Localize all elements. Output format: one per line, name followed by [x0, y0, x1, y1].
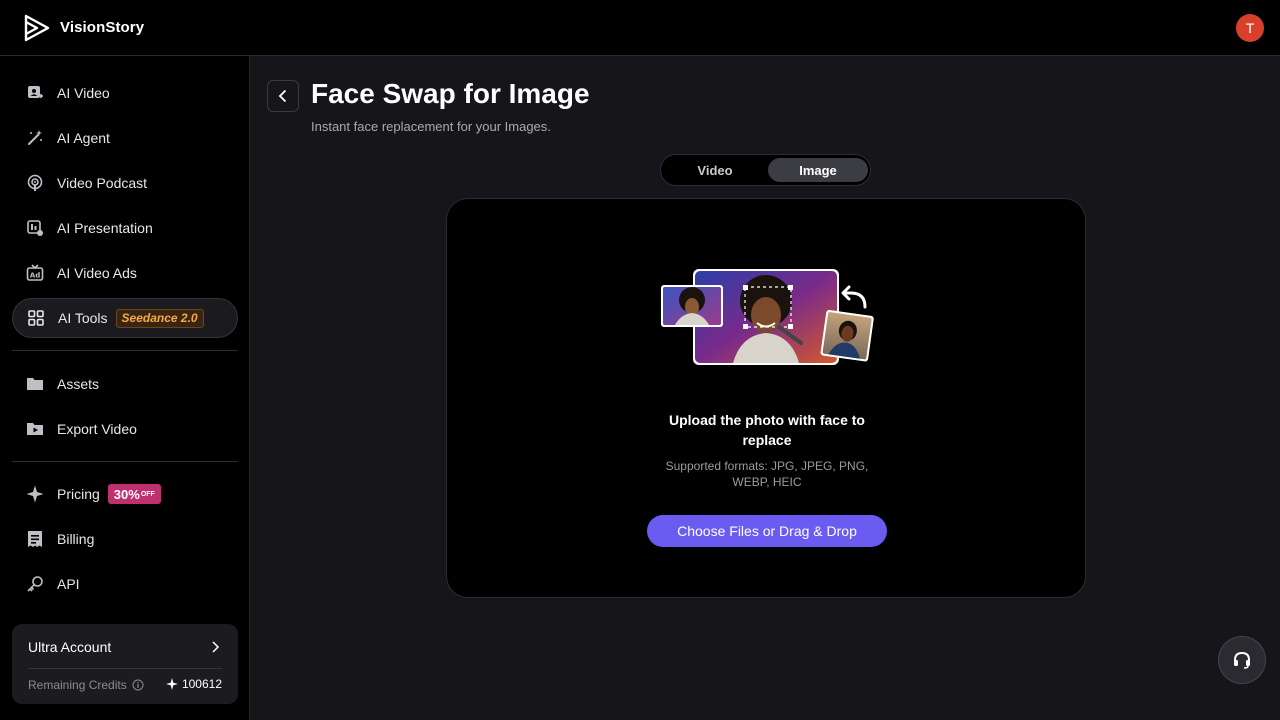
- sidebar-item-export-video[interactable]: Export Video: [12, 409, 238, 449]
- sparkle-icon: [165, 678, 178, 690]
- back-button[interactable]: [267, 80, 299, 112]
- sidebar-item-api[interactable]: API: [12, 564, 238, 604]
- sidebar-item-label: Billing: [57, 531, 95, 547]
- sidebar-item-label: Assets: [57, 376, 100, 392]
- headset-icon: [1234, 651, 1250, 669]
- tab-video[interactable]: Video: [665, 158, 765, 182]
- credits-value: 100612: [165, 677, 222, 691]
- svg-text:Ad: Ad: [30, 272, 40, 280]
- sidebar-item-label: AI Presentation: [57, 220, 153, 236]
- grid-icon: [27, 309, 45, 327]
- credits-label-text: Remaining Credits: [28, 678, 127, 692]
- sidebar: AI Video AI Agent Video Podcast AI Prese…: [0, 56, 250, 720]
- brand[interactable]: VisionStory: [24, 14, 144, 42]
- tab-image[interactable]: Image: [768, 158, 868, 182]
- chevron-left-icon: [278, 89, 287, 103]
- seedance-badge: Seedance 2.0: [115, 308, 204, 328]
- info-icon[interactable]: [132, 679, 144, 691]
- sidebar-item-label: API: [57, 576, 80, 592]
- supported-formats: Supported formats: JPG, JPEG, PNG, WEBP,…: [665, 459, 869, 489]
- sidebar-item-label: Export Video: [57, 421, 137, 437]
- account-divider: [28, 668, 222, 669]
- media-type-toggle: Video Image: [660, 154, 871, 186]
- account-title: Ultra Account: [28, 639, 112, 655]
- podcast-icon: [26, 174, 44, 192]
- discount-badge-value: 30%: [113, 486, 140, 502]
- top-bar: VisionStory T: [0, 0, 1280, 56]
- sidebar-item-label: AI Video: [57, 85, 110, 101]
- sparkle-icon: [26, 485, 44, 503]
- sidebar-divider: [12, 350, 238, 351]
- sidebar-divider: [12, 461, 238, 462]
- sidebar-item-ai-agent[interactable]: AI Agent: [12, 118, 238, 158]
- sidebar-item-label: AI Agent: [57, 130, 110, 146]
- credits-number: 100612: [181, 677, 222, 691]
- choose-files-button[interactable]: Choose Files or Drag & Drop: [647, 515, 887, 547]
- sidebar-item-ai-tools[interactable]: AI Tools Seedance 2.0: [12, 298, 238, 338]
- ads-icon: Ad: [26, 264, 44, 282]
- discount-badge: 30% OFF: [107, 484, 161, 504]
- presentation-icon: [26, 219, 44, 237]
- sidebar-item-label: Pricing: [57, 486, 100, 502]
- ai-video-icon: [26, 84, 44, 102]
- credits-label: Remaining Credits: [28, 678, 144, 692]
- sidebar-item-ai-video[interactable]: AI Video: [12, 73, 238, 113]
- upload-title: Upload the photo with face to replace: [669, 412, 865, 448]
- folder-icon: [26, 375, 44, 393]
- face-swap-illustration: [661, 269, 874, 365]
- sidebar-item-label: AI Tools: [58, 310, 108, 326]
- brand-name: VisionStory: [60, 19, 145, 36]
- key-icon: [26, 575, 44, 593]
- account-card[interactable]: Ultra Account Remaining Credits 100612: [12, 624, 238, 704]
- user-avatar[interactable]: T: [1236, 14, 1264, 42]
- export-video-icon: [26, 420, 44, 438]
- receipt-icon: [26, 530, 44, 548]
- visionstory-logo-icon: [24, 14, 50, 41]
- upload-dropzone[interactable]: Upload the photo with face to replace Su…: [446, 198, 1086, 598]
- sidebar-item-ai-presentation[interactable]: AI Presentation: [12, 208, 238, 248]
- page-subtitle: Instant face replacement for your Images…: [311, 119, 551, 134]
- magic-wand-icon: [26, 129, 44, 147]
- sidebar-item-label: Video Podcast: [57, 175, 148, 191]
- sidebar-item-label: AI Video Ads: [57, 265, 137, 281]
- page-title: Face Swap for Image: [311, 78, 590, 109]
- sidebar-item-ai-video-ads[interactable]: Ad AI Video Ads: [12, 253, 238, 293]
- sidebar-item-pricing[interactable]: Pricing 30% OFF: [12, 474, 238, 514]
- discount-badge-off: OFF: [140, 490, 155, 498]
- support-button[interactable]: [1218, 636, 1266, 684]
- sidebar-item-billing[interactable]: Billing: [12, 519, 238, 559]
- sidebar-item-video-podcast[interactable]: Video Podcast: [12, 163, 238, 203]
- sidebar-item-assets[interactable]: Assets: [12, 364, 238, 404]
- chevron-right-icon: [212, 641, 220, 653]
